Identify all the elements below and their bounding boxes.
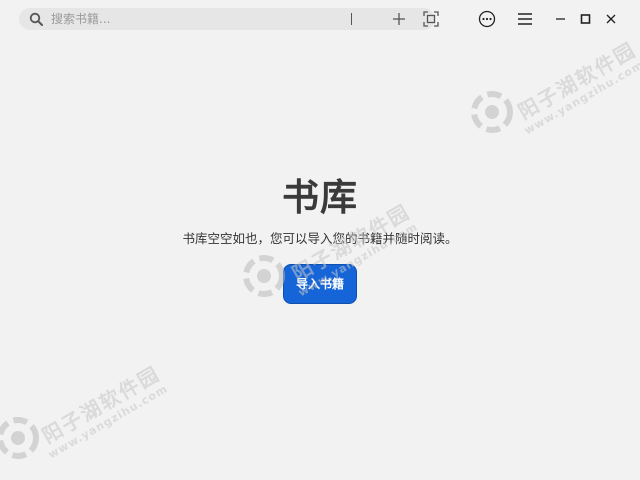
empty-message: 书库空空如也，您可以导入您的书籍并随时阅读。: [182, 231, 458, 246]
watermark-logo: [0, 417, 39, 459]
empty-library: 书库 书库空空如也，您可以导入您的书籍并随时阅读。 导入书籍: [0, 172, 640, 304]
maximize-icon[interactable]: [576, 9, 596, 29]
plus-icon[interactable]: [390, 11, 408, 27]
more-horizontal-icon[interactable]: [477, 9, 497, 29]
watermark-url: www.yangzihu.com: [522, 58, 640, 138]
watermark-name: 阳子湖软件园: [514, 37, 640, 125]
hamburger-menu-icon[interactable]: [515, 10, 535, 28]
search-icon: [29, 12, 43, 26]
watermark-name: 阳子湖软件园: [38, 361, 165, 449]
page-title: 书库: [282, 176, 358, 219]
watermark-logo: [471, 91, 513, 133]
import-books-button[interactable]: 导入书籍: [283, 264, 357, 304]
minimize-icon[interactable]: [551, 9, 571, 29]
scan-icon[interactable]: [422, 10, 440, 28]
close-icon[interactable]: [601, 9, 621, 29]
search-bar[interactable]: [19, 8, 439, 30]
search-input[interactable]: [51, 10, 351, 28]
search-divider: [351, 13, 352, 25]
watermark-url: www.yangzihu.com: [46, 382, 171, 462]
